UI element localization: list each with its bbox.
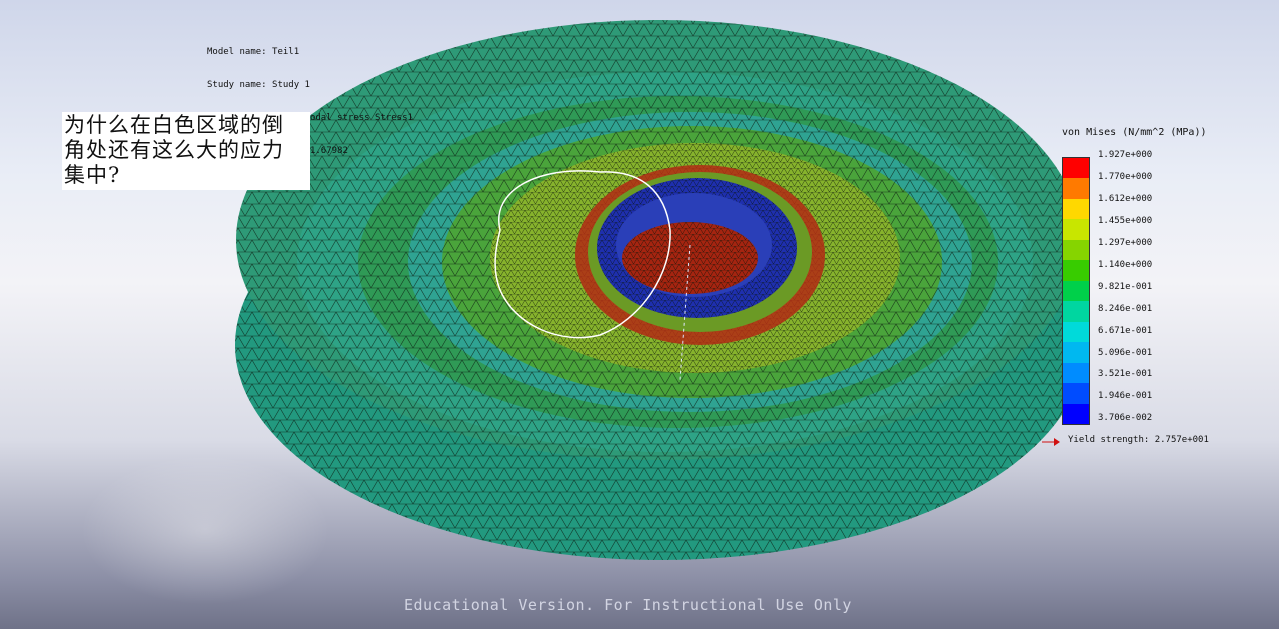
legend-swatch xyxy=(1063,158,1089,179)
legend-swatch xyxy=(1063,321,1089,343)
legend-label: 1.770e+000 xyxy=(1098,171,1153,182)
legend-swatch xyxy=(1063,260,1089,281)
legend-label: 1.927e+000 xyxy=(1098,150,1153,160)
question-annotation: 为什么在白色区域的倒 角处还有这么大的应力 集中? xyxy=(62,112,310,190)
legend-swatch xyxy=(1063,383,1089,404)
model-name-line: Model name: Teil1 xyxy=(207,47,300,57)
annotation-line-2: 角处还有这么大的应力 xyxy=(64,138,284,162)
annotation-line-3: 集中? xyxy=(64,163,121,187)
legend-label: 8.246e-001 xyxy=(1098,303,1153,314)
legend-label: 9.821e-001 xyxy=(1098,281,1153,292)
hole-inner-mesh xyxy=(622,222,758,294)
annotation-line-1: 为什么在白色区域的倒 xyxy=(64,113,284,137)
legend-swatch xyxy=(1063,342,1089,363)
legend-label: 5.096e-001 xyxy=(1098,347,1153,358)
legend-label: 1.946e-001 xyxy=(1098,391,1153,402)
legend-label: 1.612e+000 xyxy=(1098,193,1153,204)
legend-swatch xyxy=(1063,301,1089,322)
legend-swatch xyxy=(1063,239,1089,261)
yield-marker-icon xyxy=(1042,438,1060,446)
legend-swatch xyxy=(1063,403,1089,425)
legend-swatch xyxy=(1063,198,1089,220)
legend-label: 3.706e-002 xyxy=(1098,413,1153,424)
legend-title: von Mises (N/mm^2 (MPa)) xyxy=(1062,127,1207,138)
legend-label: 6.671e-001 xyxy=(1098,325,1153,336)
educational-watermark: Educational Version. For Instructional U… xyxy=(404,596,852,614)
legend-label: 1.297e+000 xyxy=(1098,237,1153,248)
fea-viewport[interactable]: Model name: Teil1 Study name: Study 1 Pl… xyxy=(0,0,1279,629)
yield-strength-label: Yield strength: 2.757e+001 xyxy=(1068,435,1209,445)
legend-swatch xyxy=(1063,219,1089,240)
legend-swatch xyxy=(1063,362,1089,384)
legend-label: 1.455e+000 xyxy=(1098,215,1153,226)
study-name-line: Study name: Study 1 xyxy=(207,80,310,90)
legend-label: 3.521e-001 xyxy=(1098,369,1153,380)
legend-swatch xyxy=(1063,178,1089,199)
legend-swatch xyxy=(1063,280,1089,302)
legend-label: 1.140e+000 xyxy=(1098,259,1153,270)
legend-color-bar xyxy=(1062,157,1090,425)
